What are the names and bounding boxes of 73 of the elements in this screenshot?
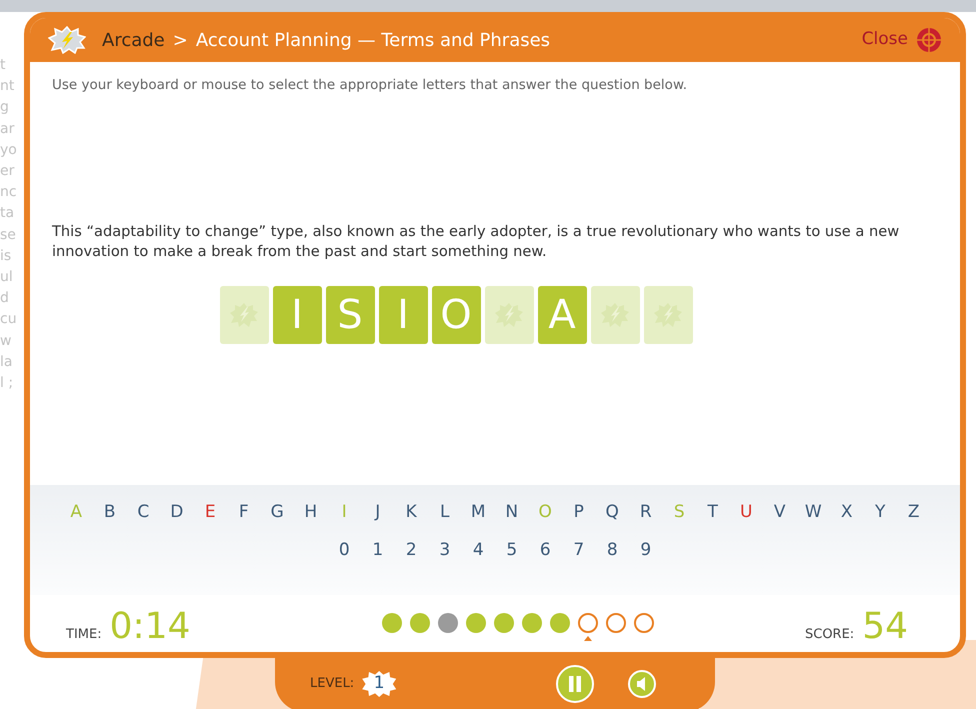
background-text: ul	[0, 268, 13, 288]
question-text: This “adaptability to change” type, also known as the early adopter, is a true revolutionary who wants to use a new innovation to make a break from the past and start something new.	[51, 222, 900, 262]
key-button[interactable]: L	[428, 501, 462, 523]
lightning-icon	[494, 302, 524, 328]
score-label: SCORE:	[804, 626, 854, 644]
level-label: LEVEL:	[310, 675, 354, 694]
lightning-icon	[653, 302, 683, 328]
key-button[interactable]: X	[830, 501, 864, 523]
key-button[interactable]: B	[93, 501, 126, 523]
key-button[interactable]: 1	[361, 539, 394, 561]
breadcrumb-link[interactable]: Arcade	[102, 26, 165, 54]
key-button[interactable]: 0	[328, 539, 361, 561]
background-text: er	[0, 162, 14, 182]
instruction-text: Use your keyboard or mouse to select the appropriate letters that answer the question below.	[51, 76, 688, 95]
background-text: l ;	[0, 374, 14, 394]
key-button[interactable]: 5	[495, 539, 528, 561]
background-text: cu	[0, 310, 17, 330]
key-button[interactable]: G	[260, 501, 294, 523]
key-button[interactable]: P	[562, 501, 596, 523]
breadcrumb-current: Account Planning — Terms and Phrases	[196, 28, 550, 52]
key-button[interactable]: 6	[528, 539, 562, 561]
key-button[interactable]: Z	[897, 501, 930, 523]
letter-tile: I	[272, 286, 322, 344]
key-button[interactable]: 8	[596, 539, 629, 561]
letter-tile: S	[326, 286, 374, 344]
score-value: 54	[862, 608, 908, 644]
background-text: ar	[0, 120, 14, 139]
breadcrumb-separator: >	[172, 28, 188, 52]
background-text: nc	[0, 183, 17, 202]
key-button[interactable]: U	[730, 501, 763, 523]
background-text: t	[0, 56, 6, 75]
current-marker-icon	[584, 636, 592, 641]
key-button[interactable]: R	[629, 501, 662, 523]
letter-tile: I	[378, 286, 428, 344]
key-button[interactable]: 7	[562, 539, 596, 561]
key-button[interactable]: Y	[864, 501, 897, 523]
letter-tile: O	[432, 286, 480, 344]
pause-button[interactable]	[556, 665, 594, 703]
lightning-icon	[229, 302, 259, 328]
background-text: g	[0, 98, 9, 118]
background-text: ta	[0, 204, 14, 224]
key-button[interactable]: E	[194, 501, 227, 523]
key-button[interactable]: W	[796, 501, 830, 523]
key-button[interactable]: F	[227, 501, 260, 523]
key-button[interactable]: 4	[462, 539, 495, 561]
background-text: d	[0, 289, 9, 308]
key-button[interactable]: 2	[394, 539, 428, 561]
sound-button[interactable]	[628, 670, 656, 698]
key-button[interactable]: C	[126, 501, 160, 523]
time-value: 0:14	[110, 608, 190, 644]
level-badge: 1	[362, 671, 396, 697]
key-button[interactable]: N	[495, 501, 528, 523]
close-icon	[916, 27, 942, 53]
background-text: la	[0, 352, 12, 372]
background-text: se	[0, 226, 16, 245]
background-text: w	[0, 332, 12, 351]
background-text: is	[0, 246, 12, 266]
key-button[interactable]: J	[361, 501, 394, 523]
key-button[interactable]: D	[160, 501, 194, 523]
lightning-badge-icon	[48, 26, 86, 54]
key-button[interactable]: M	[462, 501, 495, 523]
letter-tile: A	[538, 286, 586, 344]
lightning-icon	[600, 302, 630, 328]
key-button[interactable]: T	[696, 501, 730, 523]
key-button[interactable]: K	[394, 501, 428, 523]
background-text: yo	[0, 140, 17, 160]
key-button[interactable]: Q	[596, 501, 629, 523]
key-button[interactable]: V	[763, 501, 796, 523]
time-label: TIME:	[66, 626, 102, 644]
background-text: nt	[0, 77, 14, 96]
key-button[interactable]: 9	[629, 539, 662, 561]
key-button[interactable]: H	[294, 501, 328, 523]
key-button[interactable]: 3	[428, 539, 462, 561]
